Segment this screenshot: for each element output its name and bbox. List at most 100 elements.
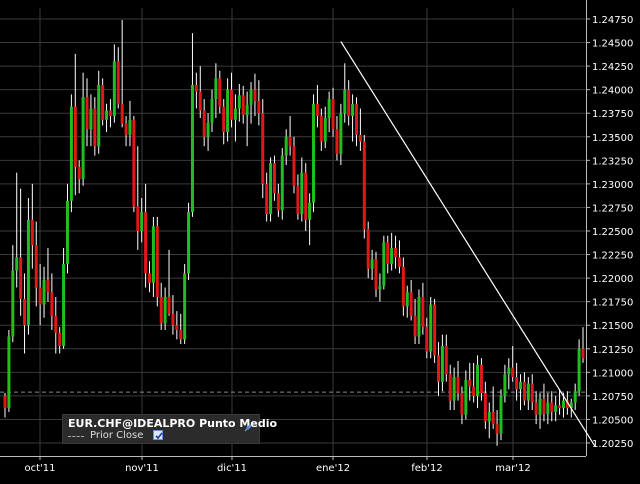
x-tick-label: ene'12 <box>316 463 350 474</box>
candlestick-chart[interactable]: 1.24750 1.24500 1.24250 1.24000 1.23750 1.235… <box>0 0 640 480</box>
candle-body-up <box>382 242 386 286</box>
y-tick-label: 1.22750 <box>592 203 633 214</box>
candle-body-down <box>50 292 54 316</box>
candle-body-up <box>7 336 11 409</box>
candle-body-down <box>73 106 77 167</box>
candle-body-up <box>546 402 550 414</box>
candle-body-down <box>136 206 140 231</box>
candle-body-down <box>218 78 222 107</box>
pin-icon[interactable] <box>244 417 254 432</box>
candle-body-up <box>69 106 73 201</box>
candle-body-down <box>511 367 515 378</box>
candle-body-down <box>120 103 124 124</box>
candle-body-down <box>522 381 526 401</box>
candle-body-down <box>366 229 370 269</box>
candle-body-down <box>358 134 362 142</box>
candle-body-up <box>487 411 491 422</box>
candle-body-down <box>175 325 179 330</box>
y-tick-label: 1.24500 <box>592 39 633 50</box>
candle-body-down <box>394 247 398 258</box>
candle-body-down <box>93 108 97 147</box>
y-tick-label: 1.23000 <box>592 180 633 191</box>
candle-body-up <box>554 405 558 412</box>
candle-body-up <box>476 364 480 396</box>
candle-body-up <box>26 219 30 326</box>
legend-box[interactable]: EUR.CHF@IDEALPRO Punto Medio Prior Close <box>62 414 277 444</box>
candle-body-down <box>296 185 300 215</box>
candle-body-up <box>269 163 273 215</box>
candle-body-down <box>257 100 261 114</box>
candle-body-down <box>253 89 257 101</box>
candle-body-up <box>65 200 69 264</box>
x-tick-label: nov'11 <box>125 463 159 474</box>
y-tick-label: 1.23750 <box>592 109 633 120</box>
candle-body-down <box>437 355 440 382</box>
candle-body-up <box>81 97 85 180</box>
candle-body-up <box>308 202 312 220</box>
candle-body-down <box>77 166 81 180</box>
y-tick-label: 1.21500 <box>592 321 633 332</box>
candle-body-down <box>460 393 464 415</box>
candle-body-down <box>23 298 27 326</box>
candle-body-up <box>128 119 132 135</box>
candle-body-up <box>280 155 284 211</box>
prior-close-checkbox[interactable] <box>153 430 163 440</box>
candle-body-down <box>155 226 159 297</box>
candle-body-up <box>210 99 214 123</box>
candle-body-up <box>526 383 530 401</box>
candle-body-down <box>413 315 417 337</box>
candle-body-up <box>573 391 577 403</box>
candle-body-down <box>331 99 335 130</box>
candle-body-up <box>452 377 456 401</box>
candle-body-down <box>19 257 23 299</box>
candle-body-down <box>101 84 105 120</box>
candle-body-down <box>202 110 206 137</box>
candle-body-up <box>140 212 144 231</box>
candle-body-down <box>179 329 183 340</box>
candle-body-up <box>440 345 444 382</box>
candle-body-up <box>312 103 316 203</box>
candle-body-up <box>233 108 237 120</box>
candle-body-up <box>300 172 304 215</box>
candle-body-down <box>148 273 151 283</box>
x-axis: oct'11 nov'11 dic'11 ene'12 feb'12 mar'12 <box>24 456 531 474</box>
candle-body-down <box>581 348 585 359</box>
candle-body-up <box>561 400 565 409</box>
candle-body-up <box>42 279 46 305</box>
y-tick-label: 1.23250 <box>592 156 633 167</box>
y-tick-label: 1.20250 <box>592 439 633 450</box>
candle-body-up <box>11 270 15 337</box>
prior-close-label: Prior Close <box>90 430 144 441</box>
candle-body-down <box>132 119 136 207</box>
candle-body-up <box>351 103 355 117</box>
candle-body-down <box>456 377 460 394</box>
candle-body-down <box>144 212 148 274</box>
candle-body-down <box>38 287 42 305</box>
candle-body-down <box>479 364 483 394</box>
chart-canvas[interactable]: 1.24750 1.24500 1.24250 1.24000 1.23750 1.235… <box>0 0 640 480</box>
trendline[interactable] <box>340 41 596 447</box>
candle-body-down <box>167 296 171 314</box>
candle-body-down <box>261 113 265 184</box>
candle-body-up <box>370 259 374 269</box>
candle-body-up <box>390 247 394 264</box>
candle-body-down <box>448 374 452 401</box>
candle-body-down <box>495 424 499 434</box>
candle-body-down <box>241 95 245 116</box>
candle-body-up <box>538 398 542 415</box>
candle-body-up <box>214 78 218 100</box>
candle-body-down <box>347 89 351 117</box>
candle-body-down <box>374 259 378 290</box>
candle-body-down <box>85 97 89 130</box>
candle-body-down <box>409 292 413 316</box>
candle-body-down <box>315 103 319 117</box>
candle-body-up <box>343 89 347 114</box>
candle-body-down <box>335 129 339 154</box>
candle-body-down <box>354 103 358 135</box>
candle-body-up <box>378 285 382 290</box>
candle-body-down <box>472 386 476 396</box>
candle-body-up <box>187 212 191 274</box>
candle-body-down <box>116 61 120 104</box>
candle-body-up <box>183 273 187 340</box>
y-tick-label: 1.20750 <box>592 392 633 403</box>
